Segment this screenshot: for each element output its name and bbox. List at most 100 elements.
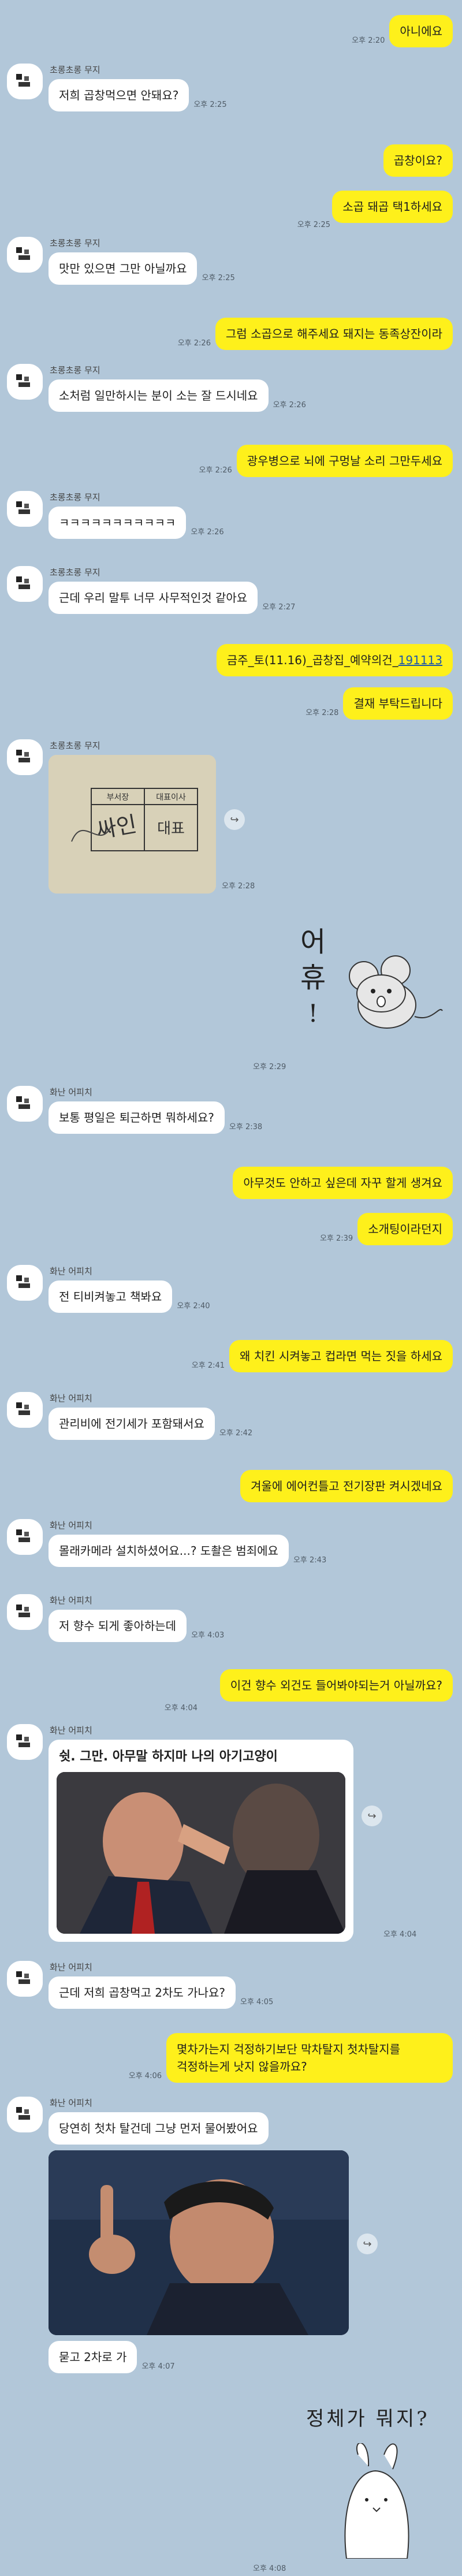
their-message-bubble[interactable]: 당연히 첫차 탈건데 그냥 먼저 물어봤어요 [49, 2112, 269, 2145]
message-time: 오후 2:29 [253, 1063, 286, 1071]
message-row: 오후 4:04 [0, 1702, 462, 1715]
avatar[interactable] [7, 1086, 43, 1122]
message-time: 오후 2:20 [352, 36, 385, 45]
profile-icon [16, 74, 32, 89]
handwritten-stamp: 대표 [157, 820, 185, 837]
avatar[interactable] [7, 491, 43, 527]
my-message-bubble[interactable]: 몇차가는지 걱정하기보단 막차탈지 첫차탈지를 걱정하는게 낫지 않을까요? [166, 2033, 453, 2083]
their-message-bubble[interactable]: 맛만 있으면 그만 아닐까요 [49, 252, 198, 285]
avatar[interactable] [7, 566, 43, 602]
message-row: 곱창이요? [0, 144, 462, 177]
message-time: 오후 2:41 [191, 1361, 225, 1370]
message-time: 오후 2:25 [297, 221, 330, 229]
my-message-bubble[interactable]: 이건 향수 외건도 들어봐야되는거 아닐까요? [219, 1669, 453, 1702]
message-row: 화난 어피치 전 티비켜놓고 책봐요 오후 2:40 [0, 1265, 462, 1313]
message-row: 오후 2:26 광우병으로 뇌에 구멍날 소리 그만두세요 [0, 445, 462, 477]
my-message-bubble[interactable]: 결재 부탁드립니다 [343, 687, 453, 720]
my-message-bubble[interactable]: 아니에요 [389, 15, 453, 47]
message-row: 초롱초롱 무지 소처럼 일만하시는 분이 소는 잘 드시네요 오후 2:26 [0, 364, 462, 412]
avatar[interactable] [7, 739, 43, 775]
my-message-bubble[interactable]: 그럼 소곱으로 해주세요 돼지는 동족상잔이라 [215, 318, 453, 350]
avatar[interactable] [7, 1961, 43, 1997]
sender-name: 화난 어피치 [50, 1962, 92, 1972]
their-message-bubble[interactable]: 묻고 2차로 가 [49, 2341, 137, 2373]
message-row: 오후 2:41 왜 치킨 시켜놓고 컵라면 먹는 짓을 하세요 [0, 1340, 462, 1372]
message-row: 아무것도 안하고 싶은데 자꾸 할게 생겨요 [0, 1167, 462, 1199]
my-message-bubble[interactable]: 소개팅이라던지 [357, 1213, 453, 1245]
mouse-sticker-icon[interactable] [341, 953, 445, 1040]
my-message-bubble[interactable]: 아무것도 안하고 싶은데 자꾸 할게 생겨요 [233, 1167, 453, 1199]
their-message-bubble[interactable]: 저 향수 되게 좋아하는데 [49, 1610, 187, 1642]
sender-name: 초롱초롱 무지 [50, 65, 100, 75]
sticker-row: 정체가 뭐지? 오후 4:08 [0, 2403, 462, 2576]
man-pointing-image [49, 2150, 349, 2335]
their-message-bubble[interactable]: 근데 저희 곱창먹고 2차도 가나요? [49, 1976, 236, 2009]
approval-photo[interactable]: 부서장 대표이사 싸인 대표 [49, 755, 216, 894]
avatar[interactable] [7, 64, 43, 99]
sticker-row: 어 휴 ! 오후 2:29 [0, 924, 462, 1071]
message-row: 화난 어피치 몰래카메라 설치하셨어요...? 도촬은 범죄에요 오후 2:43 [0, 1519, 462, 1567]
their-message-bubble[interactable]: 소처럼 일만하시는 분이 소는 잘 드시네요 [49, 379, 269, 412]
profile-icon [16, 1971, 32, 1986]
my-message-bubble[interactable]: 금주_토(11.16)_곱창집_예약의건_191113 [216, 644, 453, 676]
message-time: 오후 2:38 [229, 1123, 263, 1131]
avatar[interactable] [7, 1519, 43, 1555]
sticker-punctuation: ! [308, 999, 318, 1028]
profile-icon [16, 1605, 32, 1620]
my-message-bubble[interactable]: 곱창이요? [383, 144, 453, 177]
sender-name: 초롱초롱 무지 [50, 567, 100, 578]
my-message-bubble[interactable]: 광우병으로 뇌에 구멍날 소리 그만두세요 [236, 445, 453, 477]
avatar[interactable] [7, 1392, 43, 1428]
message-row: 오후 2:28 결재 부탁드립니다 [0, 687, 462, 720]
profile-icon [16, 374, 32, 389]
my-message-bubble[interactable]: 왜 치킨 시켜놓고 컵라면 먹는 짓을 하세요 [229, 1340, 453, 1372]
share-icon[interactable]: ↪ [224, 809, 245, 830]
profile-icon [16, 1096, 32, 1111]
man-pointing-photo[interactable] [49, 2150, 349, 2335]
message-time: 오후 2:25 [202, 274, 235, 282]
sticker-text-bottom: 휴 [300, 962, 326, 994]
their-message-bubble[interactable]: 몰래카메라 설치하셨어요...? 도촬은 범죄에요 [49, 1535, 289, 1567]
message-row: 겨울에 에어컨틀고 전기장판 켜시겠네요 [0, 1470, 462, 1502]
sender-name: 화난 어피치 [50, 1266, 92, 1276]
message-time: 오후 2:26 [177, 339, 211, 348]
sticker-text-top: 어 [300, 926, 326, 958]
their-message-bubble[interactable]: ㅋㅋㅋㅋㅋㅋㅋㅋㅋㅋㅋ [49, 507, 187, 539]
message-time: 오후 2:40 [177, 1302, 210, 1311]
meme-caption: 쉿. 그만. 아무말 하지마 나의 아기고양이 [59, 1749, 278, 1764]
their-message-bubble[interactable]: 저희 곱창먹으면 안돼요? [49, 79, 189, 111]
their-message-bubble[interactable]: 근데 우리 말투 너무 사무적인것 같아요 [49, 582, 258, 614]
avatar[interactable] [7, 2097, 43, 2132]
their-message-bubble[interactable]: 관리비에 전기세가 포함돼서요 [49, 1408, 215, 1440]
sender-name: 초롱초롱 무지 [50, 740, 100, 751]
profile-icon [16, 247, 32, 262]
avatar[interactable] [7, 364, 43, 400]
sender-name: 화난 어피치 [50, 1393, 92, 1404]
message-row: 오후 2:26 그럼 소곱으로 해주세요 돼지는 동족상잔이라 [0, 318, 462, 350]
their-message-bubble[interactable]: 보통 평일은 퇴근하면 뭐하세요? [49, 1101, 225, 1134]
message-time: 오후 4:05 [240, 1998, 274, 2007]
meme-bubble[interactable]: 쉿. 그만. 아무말 하지마 나의 아기고양이 [49, 1740, 353, 1942]
message-time: 오후 2:43 [293, 1556, 327, 1565]
share-icon[interactable]: ↪ [362, 1806, 382, 1826]
their-message-bubble[interactable]: 전 티비켜놓고 책봐요 [49, 1280, 173, 1313]
message-row: 금주_토(11.16)_곱창집_예약의건_191113 [0, 644, 462, 676]
message-row: 초롱초롱 무지 저희 곱창먹으면 안돼요? 오후 2:25 [0, 64, 462, 111]
sender-name: 초롱초롱 무지 [50, 365, 100, 375]
message-row: 화난 어피치 관리비에 전기세가 포함돼서요 오후 2:42 [0, 1392, 462, 1440]
my-message-bubble[interactable]: 겨울에 에어컨틀고 전기장판 켜시겠네요 [240, 1470, 453, 1502]
share-icon[interactable]: ↪ [357, 2233, 378, 2254]
sender-name: 초롱초롱 무지 [50, 238, 100, 248]
shushing-men-image [57, 1772, 345, 1934]
message-time: 오후 2:28 [222, 882, 255, 891]
avatar[interactable] [7, 237, 43, 273]
message-time: 오후 2:28 [305, 709, 339, 717]
message-time: 오후 2:26 [273, 401, 306, 410]
message-link[interactable]: 191113 [398, 653, 442, 667]
avatar[interactable] [7, 1265, 43, 1301]
rabbit-sticker-icon[interactable] [329, 2443, 422, 2559]
message-row: 화난 어피치 쉿. 그만. 아무말 하지마 나의 아기고양이 ↪ 오후 4:04 [0, 1724, 462, 1942]
avatar[interactable] [7, 1594, 43, 1630]
message-row: 오후 2:25 [0, 218, 462, 232]
avatar[interactable] [7, 1724, 43, 1760]
